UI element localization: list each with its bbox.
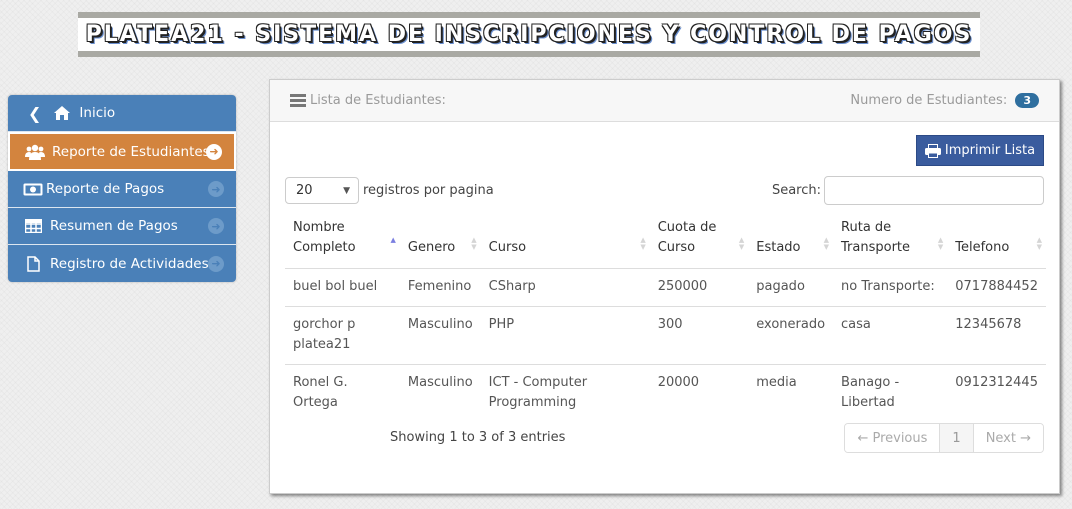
money-icon	[22, 183, 44, 196]
search-input[interactable]	[824, 176, 1044, 205]
panel-header: Lista de Estudiantes: Numero de Estudian…	[270, 80, 1059, 122]
next-page-button[interactable]: Next →	[973, 424, 1043, 452]
student-count-badge: 3	[1015, 93, 1039, 108]
print-list-button[interactable]: Imprimir Lista	[916, 135, 1044, 166]
sort-both-icon: ▲ ▼	[1036, 235, 1042, 251]
print-icon	[924, 143, 941, 158]
column-header-label: Cuota de Curso	[657, 220, 717, 255]
sidebar-item-resumen-pagos[interactable]: Resumen de Pagos ➜	[8, 208, 236, 245]
table-header-row: Nombre Completo▲▼Genero▲▼Curso▲▼Cuota de…	[285, 213, 1046, 269]
print-list-label: Imprimir Lista	[944, 143, 1036, 158]
column-header-label: Nombre Completo	[293, 220, 356, 255]
arrow-circle-right-icon: ➜	[206, 143, 222, 160]
table-cell: Ronel G. Ortega	[293, 375, 348, 410]
arrow-circle-right-icon: ➜	[208, 255, 224, 272]
sidebar-item-registro-actividades[interactable]: Registro de Actividades ➜	[8, 245, 236, 282]
table-cell: Masculino	[407, 375, 473, 390]
column-header-label: Telefono	[955, 240, 1010, 255]
app-banner: PLATEA21 - Sistema de Inscripciones y Co…	[78, 12, 980, 57]
table-cell: 300	[649, 306, 749, 365]
sort-both-icon: ▲ ▼	[471, 235, 477, 251]
table-cell: pagado	[748, 268, 834, 307]
page-length-select[interactable]: 20 ▼	[285, 177, 359, 204]
table-cell: Masculino	[399, 306, 481, 365]
sidebar: ❮ Inicio Reporte de Estudiantes ➜ Report…	[8, 95, 236, 282]
table-row: gorchor p platea21 Masculino PHP 300 exonera…	[285, 306, 1046, 365]
page-length-control: 20 ▼ registros por pagina	[285, 177, 494, 204]
student-count-label: Numero de Estudiantes:	[850, 93, 1008, 108]
column-header-label: Estado	[756, 240, 801, 255]
pagination: ← Previous 1 Next →	[844, 423, 1044, 453]
previous-page-button[interactable]: ← Previous	[845, 424, 941, 452]
sidebar-item-label: Resumen de Pagos	[50, 218, 178, 234]
table-cell: 0717884452	[947, 268, 1046, 307]
table-cell: gorchor p platea21	[285, 306, 400, 365]
students-table: Nombre Completo▲▼Genero▲▼Curso▲▼Cuota de…	[285, 213, 1046, 422]
sidebar-item-reporte-estudiantes[interactable]: Reporte de Estudiantes ➜	[8, 132, 236, 171]
table-cell: PHP	[480, 306, 650, 365]
table-icon	[22, 219, 44, 233]
users-icon	[24, 144, 46, 160]
table-cell: ICT - Computer Programming	[488, 375, 588, 410]
column-header[interactable]: Ruta de Transporte ▲ ▼	[833, 213, 948, 269]
page-length-value: 20	[296, 183, 313, 198]
chevron-left-icon: ❮	[28, 103, 42, 123]
arrow-circle-right-icon: ➜	[208, 218, 224, 234]
table-cell: Femenino	[399, 268, 481, 307]
file-icon	[22, 255, 44, 272]
sidebar-item-label: Inicio	[79, 105, 116, 121]
table-cell: 20000	[657, 375, 700, 390]
app-title: PLATEA21 - Sistema de Inscripciones y Co…	[85, 22, 973, 47]
sort-ascending-icon: ▲▼	[390, 235, 396, 244]
list-icon	[290, 94, 306, 107]
table-cell: media	[756, 375, 797, 390]
column-header[interactable]: Estado ▲ ▼	[748, 213, 834, 269]
sidebar-item-inicio[interactable]: ❮ Inicio	[8, 95, 236, 132]
home-icon	[51, 106, 73, 120]
table-row: buel bol buel Femenino CSharp 250000 pagado n…	[285, 268, 1046, 307]
column-header-label: Curso	[488, 240, 527, 255]
column-header[interactable]: Genero ▲ ▼	[399, 213, 481, 269]
column-header[interactable]: Curso ▲ ▼	[480, 213, 650, 269]
page-1-button[interactable]: 1	[940, 424, 974, 452]
students-panel: Lista de Estudiantes: Numero de Estudian…	[269, 79, 1060, 494]
sort-both-icon: ▲ ▼	[640, 235, 646, 251]
sort-both-icon: ▲ ▼	[823, 235, 830, 251]
table-cell: casa	[833, 306, 948, 365]
table-cell: exonerado	[748, 306, 834, 365]
sidebar-item-label: Reporte de Estudiantes	[52, 143, 210, 160]
table-cell: Banago - Libertad	[841, 375, 900, 410]
table-cell: CSharp	[480, 268, 650, 307]
table-body: buel bol buel Femenino CSharp 250000 pagado n…	[285, 268, 1046, 423]
table-cell: no Transporte:	[833, 268, 948, 307]
table-cell: 0912312445	[955, 375, 1038, 390]
sort-both-icon: ▲ ▼	[937, 235, 944, 251]
sort-both-icon: ▲ ▼	[738, 235, 745, 251]
sidebar-item-reporte-pagos[interactable]: Reporte de Pagos ➜	[8, 171, 236, 208]
sidebar-item-label: Registro de Actividades	[50, 255, 209, 272]
caret-down-icon: ▼	[343, 185, 350, 196]
column-header-label: Ruta de Transporte	[841, 220, 911, 255]
sidebar-item-label: Reporte de Pagos	[46, 181, 165, 197]
column-header[interactable]: Cuota de Curso ▲ ▼	[649, 213, 749, 269]
search-label: Search:	[771, 183, 821, 198]
table-cell: 12345678	[947, 306, 1046, 365]
search-control: Search:	[772, 176, 1044, 205]
page-length-suffix: registros por pagina	[363, 183, 494, 198]
panel-title: Lista de Estudiantes:	[310, 93, 446, 108]
table-info: Showing 1 to 3 of 3 entries	[390, 430, 566, 445]
column-header[interactable]: Telefono ▲ ▼	[947, 213, 1046, 269]
column-header[interactable]: Nombre Completo ▲▼	[285, 213, 400, 269]
arrow-circle-right-icon: ➜	[208, 181, 224, 197]
table-row: Ronel G. Ortega Masculino ICT - Computer P…	[285, 365, 1046, 423]
column-header-label: Genero	[407, 240, 456, 255]
table-cell: 250000	[649, 268, 749, 307]
table-cell: buel bol buel	[285, 268, 400, 307]
